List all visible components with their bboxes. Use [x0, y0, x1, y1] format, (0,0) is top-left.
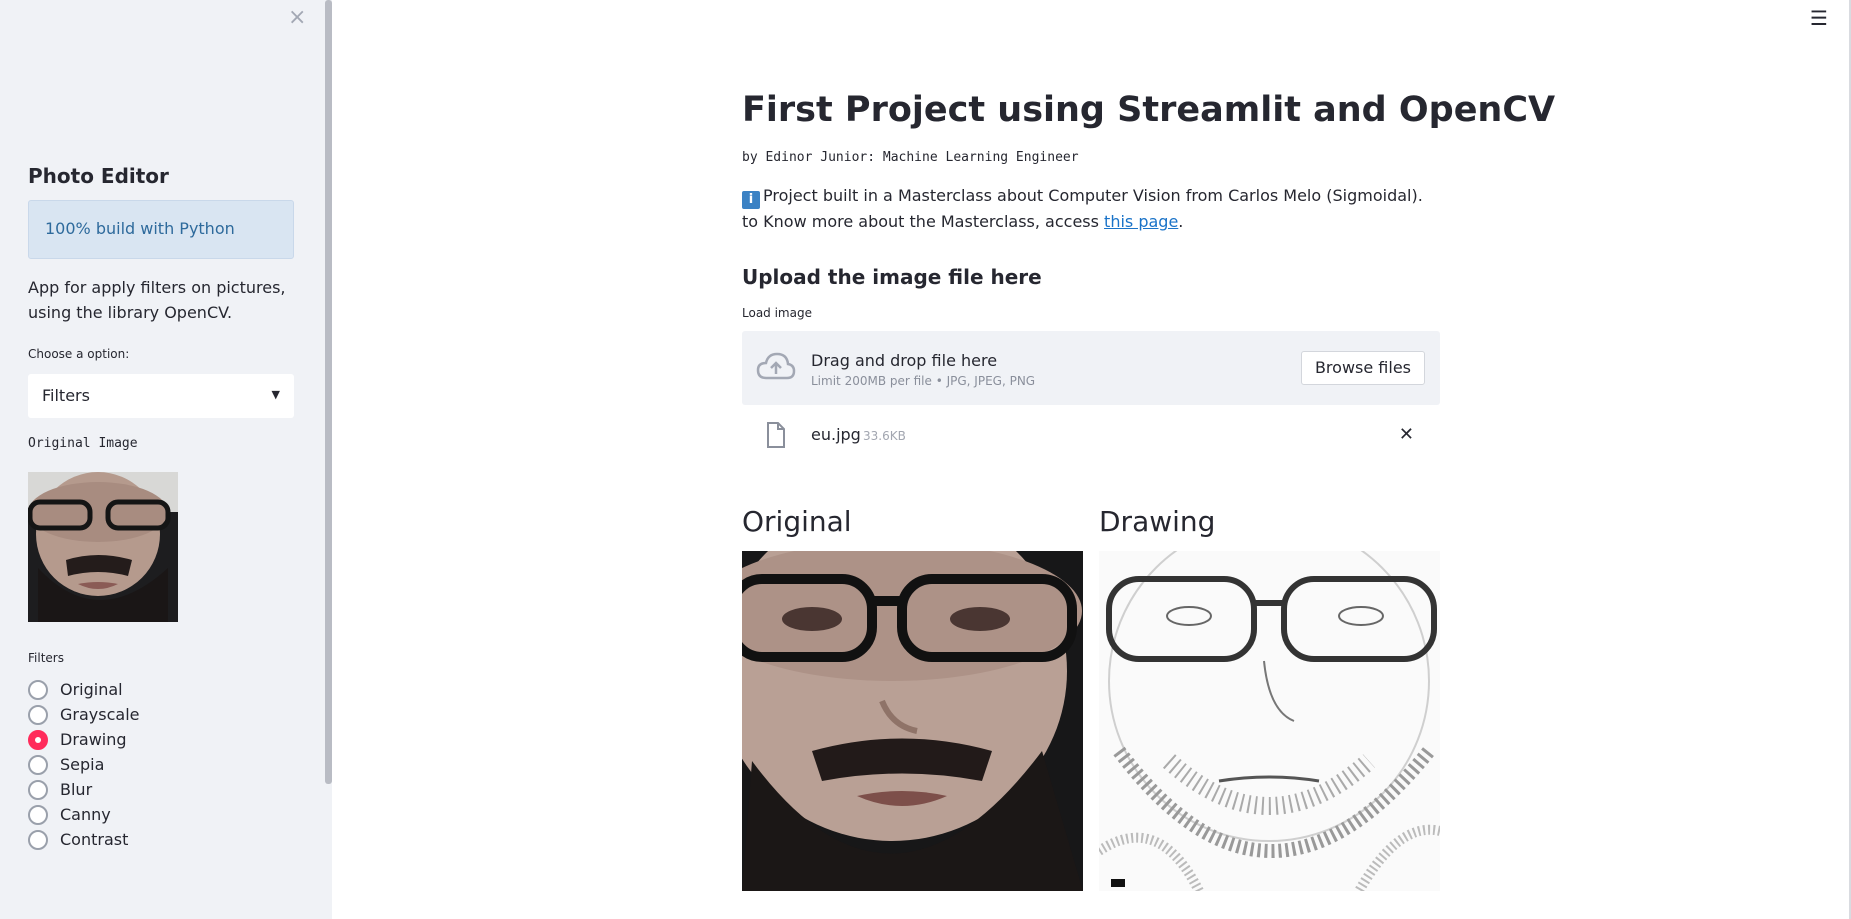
- choose-option-label: Choose a option:: [28, 347, 130, 361]
- filter-option-blur[interactable]: Blur: [28, 777, 139, 802]
- sidebar-description: App for apply filters on pictures, using…: [28, 278, 286, 322]
- option-select-value: Filters: [42, 386, 90, 405]
- byline: by Edinor Junior: Machine Learning Engin…: [742, 150, 1079, 165]
- filter-option-drawing[interactable]: Drawing: [28, 727, 139, 752]
- filter-option-label: Blur: [60, 780, 93, 799]
- filter-option-original[interactable]: Original: [28, 677, 139, 702]
- radio-selected-icon: [28, 729, 48, 750]
- remove-file-icon[interactable]: ✕: [1399, 424, 1414, 445]
- file-size: 33.6KB: [863, 429, 906, 443]
- sidebar-title: Photo Editor: [28, 164, 169, 188]
- radio-icon: [28, 779, 48, 800]
- drawing-column-heading: Drawing: [1099, 505, 1216, 538]
- filter-option-label: Contrast: [60, 830, 129, 849]
- sidebar-close-icon[interactable]: ×: [288, 5, 306, 30]
- file-icon: [767, 422, 785, 448]
- load-image-label: Load image: [742, 306, 812, 320]
- dropzone-limit: Limit 200MB per file • JPG, JPEG, PNG: [811, 374, 1036, 388]
- original-photo: [742, 551, 1083, 891]
- intro-text: Project built in a Masterclass about Com…: [742, 186, 1423, 231]
- filter-option-label: Sepia: [60, 755, 105, 774]
- dropzone-instruction: Drag and drop file here: [811, 351, 998, 370]
- intro-paragraph: i Project built in a Masterclass about Co…: [742, 183, 1442, 234]
- filter-option-sepia[interactable]: Sepia: [28, 752, 139, 777]
- hamburger-menu-icon[interactable]: ☰: [1810, 6, 1828, 30]
- radio-icon: [28, 754, 48, 775]
- filter-option-label: Grayscale: [60, 705, 140, 724]
- uploaded-file-row: eu.jpg 33.6KB ✕: [742, 418, 1440, 454]
- chevron-down-icon: ▼: [271, 388, 280, 401]
- option-select[interactable]: Filters ▼: [28, 374, 294, 418]
- sidebar-info-box: 100% build with Python: [28, 200, 294, 259]
- sidebar: × Photo Editor 100% build with Python Ap…: [0, 0, 332, 919]
- file-name: eu.jpg: [811, 425, 861, 444]
- original-column-heading: Original: [742, 505, 852, 538]
- file-dropzone[interactable]: Drag and drop file here Limit 200MB per …: [742, 331, 1440, 405]
- filter-option-label: Original: [60, 680, 123, 699]
- page-title: First Project using Streamlit and OpenCV: [742, 90, 1556, 130]
- original-image-label: Original Image: [28, 436, 138, 451]
- radio-icon: [28, 804, 48, 825]
- filter-option-label: Canny: [60, 805, 111, 824]
- upload-heading: Upload the image file here: [742, 265, 1042, 289]
- cloud-upload-icon: [756, 352, 796, 380]
- original-thumbnail: [28, 472, 178, 622]
- radio-icon: [28, 829, 48, 850]
- info-icon: i: [742, 191, 760, 209]
- radio-icon: [28, 704, 48, 725]
- filters-radio-group: Original Grayscale Drawing Sepia Blur Ca…: [28, 677, 139, 852]
- masterclass-link[interactable]: this page: [1104, 212, 1178, 231]
- drawing-photo: [1099, 551, 1440, 891]
- filter-option-canny[interactable]: Canny: [28, 802, 139, 827]
- filters-label: Filters: [28, 651, 64, 665]
- filter-option-contrast[interactable]: Contrast: [28, 827, 139, 852]
- filter-option-grayscale[interactable]: Grayscale: [28, 702, 139, 727]
- sidebar-scrollbar[interactable]: [325, 0, 332, 784]
- browse-files-button[interactable]: Browse files: [1300, 351, 1425, 385]
- filter-option-label: Drawing: [60, 730, 127, 749]
- intro-end: .: [1178, 212, 1184, 231]
- radio-icon: [28, 679, 48, 700]
